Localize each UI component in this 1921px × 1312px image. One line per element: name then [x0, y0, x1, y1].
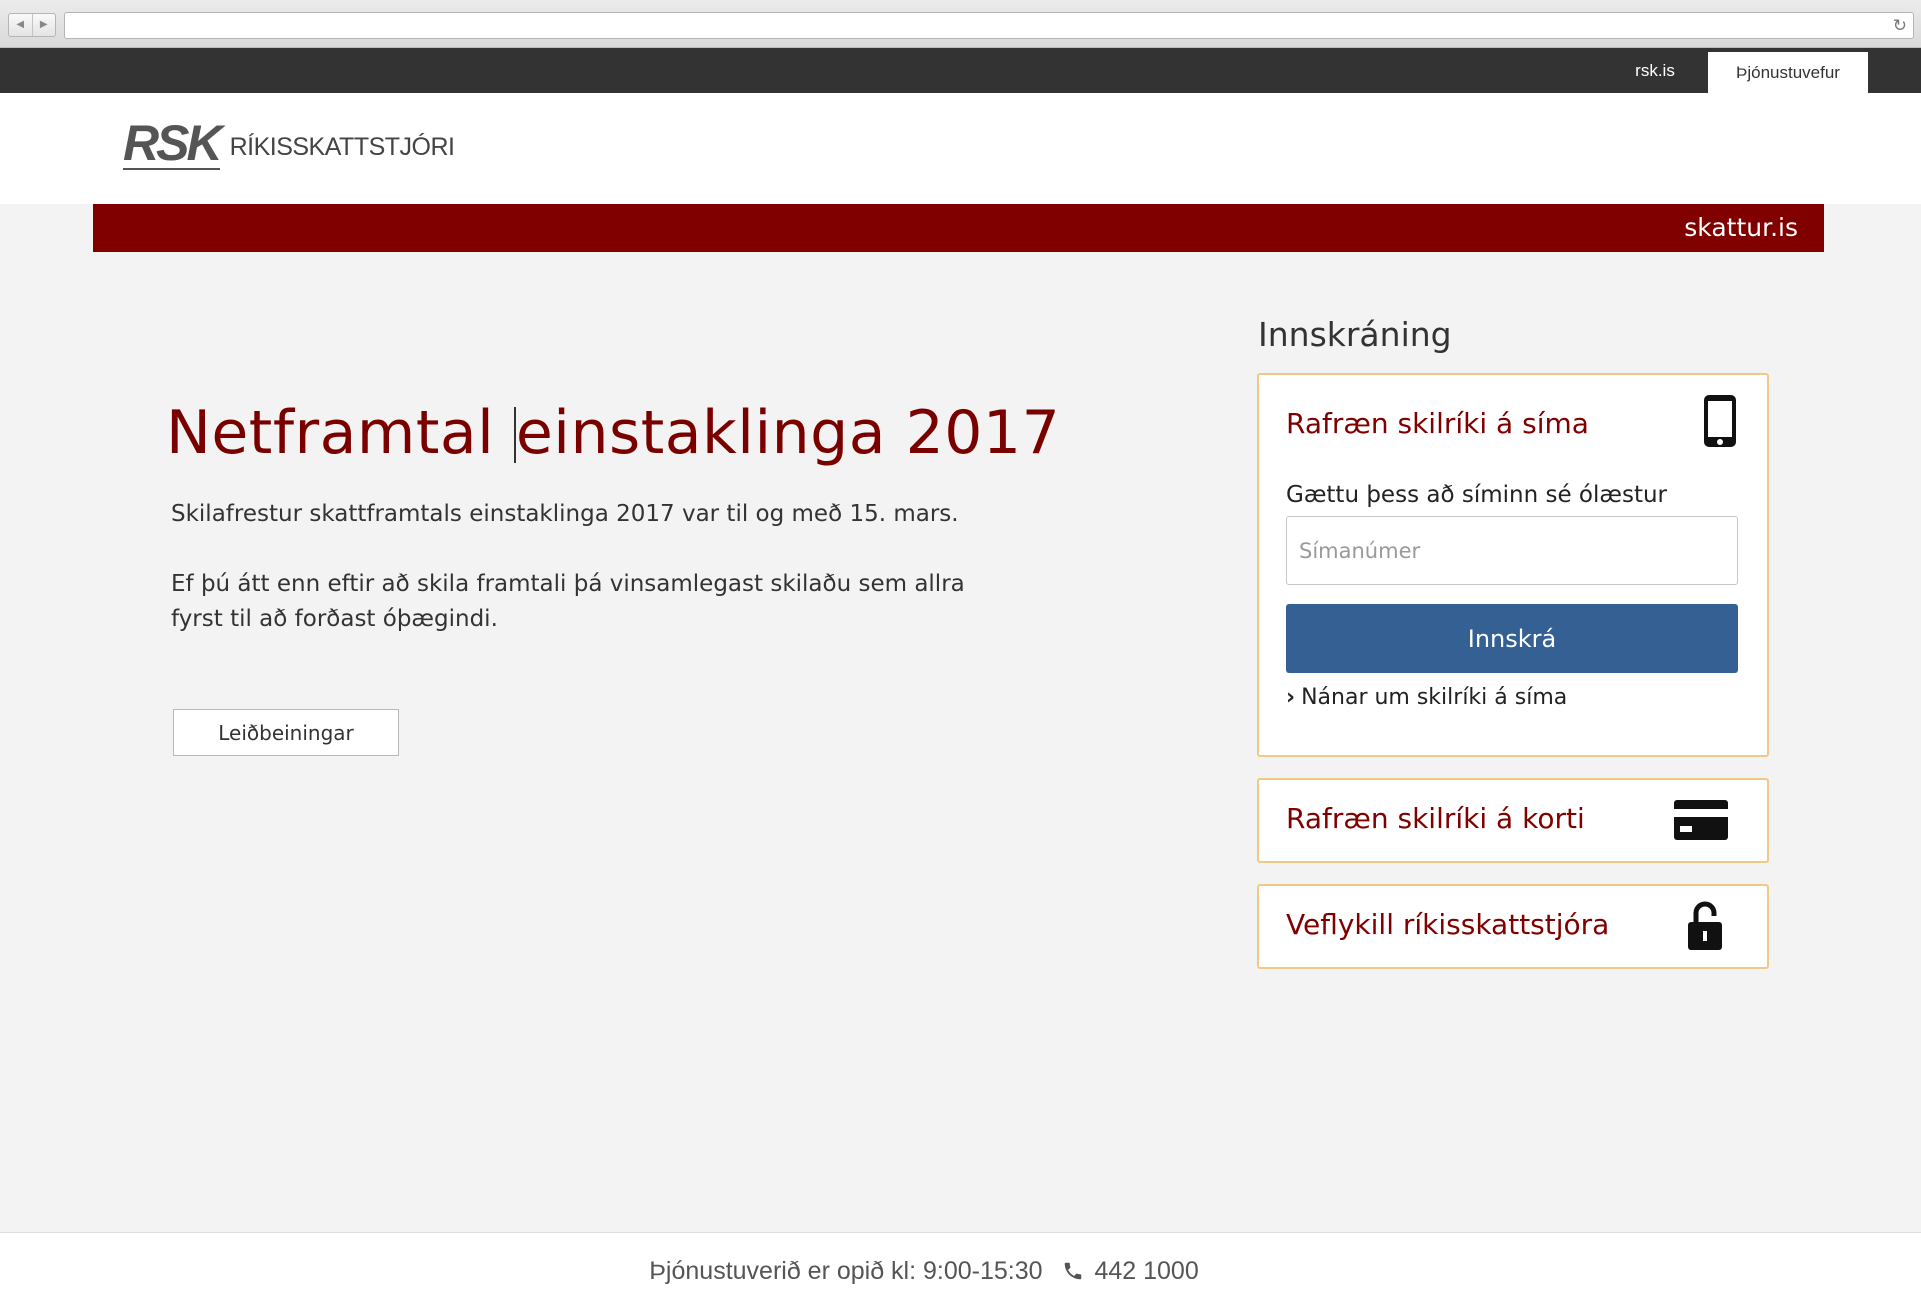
phone-number-input[interactable]	[1286, 516, 1738, 585]
webkey-card-title: Veflykill ríkisskattstjóra	[1286, 908, 1610, 941]
back-icon[interactable]: ◀	[9, 14, 32, 36]
page-title: Netframtal einstaklinga 2017	[166, 398, 1060, 468]
deadline-text: Skilafrestur skattframtals einstaklinga …	[171, 501, 959, 527]
history-nav: ◀ ▶	[8, 13, 56, 37]
reminder-text: Ef þú átt enn eftir að skila framtali þá…	[171, 571, 965, 632]
forward-icon[interactable]: ▶	[31, 14, 56, 36]
login-button[interactable]: Innskrá	[1286, 604, 1738, 673]
logo-mark: RSK	[123, 115, 223, 171]
page-title-part2: einstaklinga 2017	[515, 398, 1061, 468]
guide-button[interactable]: Leiðbeiningar	[173, 709, 399, 756]
phone-icon	[1702, 393, 1738, 453]
card-login-card[interactable]: Rafræn skilríki á korti	[1257, 778, 1769, 863]
webkey-login-card[interactable]: Veflykill ríkisskattstjóra	[1257, 884, 1769, 969]
card-card-title: Rafræn skilríki á korti	[1286, 802, 1585, 835]
more-link-label: Nánar um skilríki á síma	[1301, 685, 1568, 710]
logo-name: RÍKISSKATTSTJÓRI	[229, 133, 455, 161]
phone-handset-icon	[1062, 1236, 1084, 1312]
topnav-tab-thjonustuvefur[interactable]: Þjónustuvefur	[1708, 52, 1868, 93]
credit-card-icon	[1674, 800, 1728, 844]
service-phone-number[interactable]: 442 1000	[1094, 1257, 1198, 1285]
reload-icon[interactable]: ↻	[1893, 15, 1907, 37]
unlocked-padlock-icon	[1686, 900, 1724, 956]
phone-login-card: Rafræn skilríki á síma Gættu þess að sím…	[1257, 373, 1769, 757]
site-band: skattur.is	[93, 204, 1824, 252]
more-about-phone-link[interactable]: › Nánar um skilríki á síma	[1286, 685, 1567, 710]
phone-hint: Gættu þess að síminn sé ólæstur	[1286, 482, 1667, 508]
address-bar[interactable]: ↻	[64, 12, 1914, 39]
phone-card-title[interactable]: Rafræn skilríki á síma	[1286, 407, 1589, 440]
top-navigation: rsk.is Þjónustuvefur	[0, 48, 1921, 93]
site-name-link[interactable]: skattur.is	[1684, 204, 1798, 252]
chevron-right-icon: ›	[1286, 685, 1296, 710]
site-header: RSK RÍKISSKATTSTJÓRI	[0, 93, 1921, 204]
page-title-part1: Netframtal	[166, 398, 495, 468]
site-footer: Þjónustuverið er opið kl: 9:00-15:30 442…	[0, 1232, 1921, 1312]
topnav-link-rsk[interactable]: rsk.is	[1620, 48, 1690, 93]
opening-hours: Þjónustuverið er opið kl: 9:00-15:30	[649, 1257, 1043, 1285]
footer-info: Þjónustuverið er opið kl: 9:00-15:30 442…	[0, 1233, 1848, 1312]
rsk-logo[interactable]: RSK RÍKISSKATTSTJÓRI	[123, 115, 455, 171]
browser-toolbar: ◀ ▶ ↻	[0, 0, 1921, 48]
login-title: Innskráning	[1258, 315, 1452, 354]
